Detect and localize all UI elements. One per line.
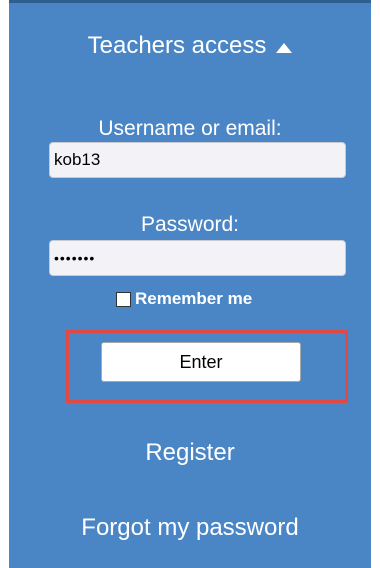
- teachers-access-title: Teachers access: [87, 32, 267, 59]
- caret-up-icon: [276, 43, 293, 53]
- username-input[interactable]: [49, 142, 346, 178]
- forgot-password-link[interactable]: Forgot my password: [9, 513, 371, 543]
- remember-me-checkbox[interactable]: [116, 291, 131, 307]
- password-label: Password:: [140, 213, 240, 236]
- enter-button[interactable]: Enter: [101, 342, 301, 382]
- teachers-access-panel: Teachers access Username or email: Passw…: [9, 0, 371, 568]
- remember-me-label: Remember me: [135, 289, 253, 308]
- remember-me-option[interactable]: Remember me: [116, 289, 252, 309]
- register-link[interactable]: Register: [9, 438, 371, 468]
- username-label: Username or email:: [98, 117, 282, 140]
- teachers-access-toggle[interactable]: Teachers access: [9, 31, 371, 61]
- password-input[interactable]: •••••••: [49, 240, 346, 276]
